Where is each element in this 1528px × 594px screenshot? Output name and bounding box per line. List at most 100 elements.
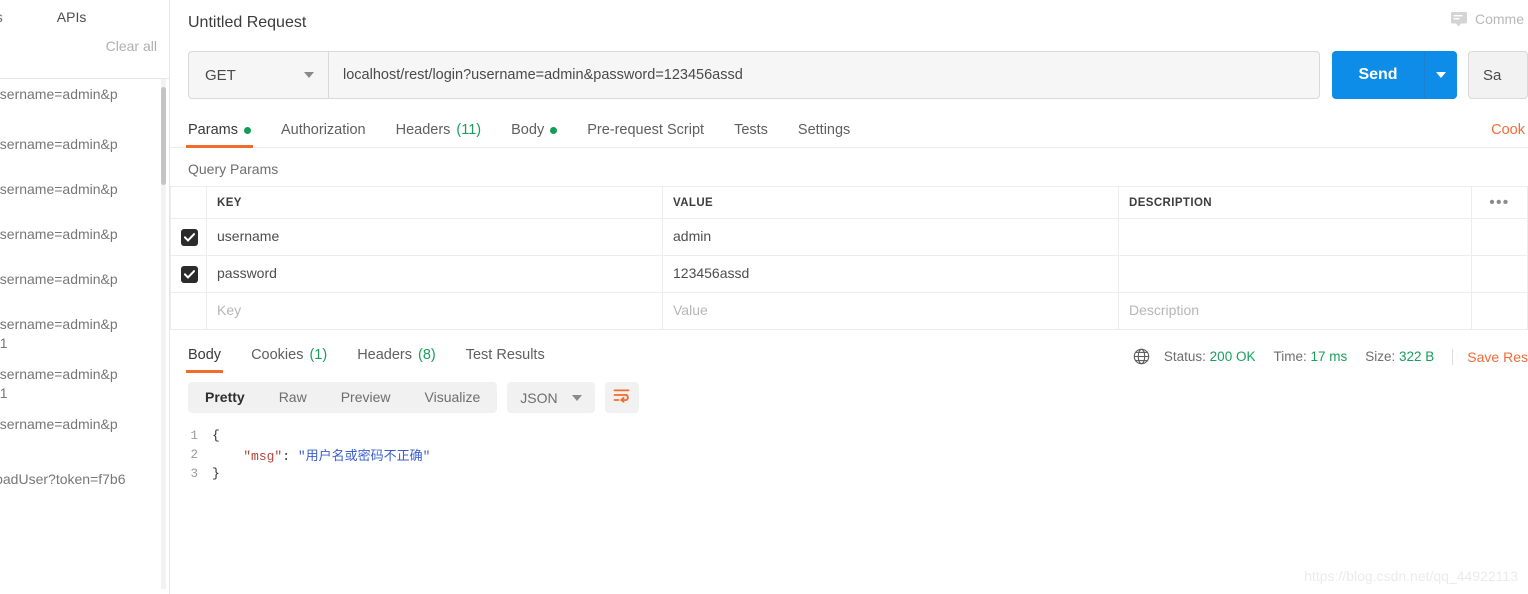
save-response-link[interactable]: Save Res xyxy=(1467,349,1528,365)
history-list[interactable]: username=admin&p d username=admin&p user… xyxy=(0,79,169,589)
comment-control[interactable]: Comme xyxy=(1450,11,1524,27)
select-all-cell xyxy=(170,186,207,219)
table-row: password 123456assd xyxy=(170,255,1528,293)
tab-params[interactable]: Params xyxy=(186,122,253,148)
table-row-empty: Key Value Description xyxy=(170,292,1528,330)
list-item[interactable]: username=admin&p 41 xyxy=(0,295,169,359)
cookies-link[interactable]: Cook xyxy=(1491,122,1525,138)
tab-authorization[interactable]: Authorization xyxy=(281,122,366,147)
description-placeholder: Description xyxy=(1129,302,1200,318)
column-header-description: DESCRIPTION xyxy=(1118,186,1472,219)
chevron-down-icon xyxy=(1436,72,1446,78)
view-mode-visualize[interactable]: Visualize xyxy=(408,382,498,413)
view-mode-pretty[interactable]: Pretty xyxy=(188,382,262,413)
tab-label: Settings xyxy=(797,122,851,138)
view-mode-raw[interactable]: Raw xyxy=(262,382,324,413)
line-number: 2 xyxy=(190,447,198,462)
tab-count: (1) xyxy=(309,347,328,363)
status-dot-icon xyxy=(243,126,251,134)
method-value: GET xyxy=(205,66,236,84)
tab-label: Authorization xyxy=(280,122,366,138)
request-tabs: Params Authorization Headers (11) Body P… xyxy=(170,110,1528,148)
list-item[interactable]: username=admin&p xyxy=(0,250,169,295)
url-bar: GET localhost/rest/login?username=admin&… xyxy=(170,46,1528,104)
response-body-toolbar: Pretty Raw Preview Visualize JSON xyxy=(170,372,1528,413)
url-input[interactable]: localhost/rest/login?username=admin&pass… xyxy=(328,51,1320,99)
table-options-cell: ••• xyxy=(1471,186,1528,219)
url-value: localhost/rest/login?username=admin&pass… xyxy=(343,67,743,83)
response-tabs: Body Cookies (1) Headers (8) Test Result… xyxy=(170,336,1528,373)
comment-icon xyxy=(1450,11,1468,27)
response-tab-headers[interactable]: Headers (8) xyxy=(357,347,436,372)
checkbox-password[interactable] xyxy=(181,265,198,283)
sidebar-tab-apis[interactable]: APIs xyxy=(51,9,93,25)
tab-label: Params xyxy=(188,122,238,138)
value-placeholder: Value xyxy=(673,302,708,318)
response-tab-body[interactable]: Body xyxy=(185,347,224,373)
postman-window: ns APIs Clear all username=admin&p d use… xyxy=(0,0,1528,594)
comment-label: Comme xyxy=(1474,11,1524,27)
send-button[interactable]: Send xyxy=(1332,51,1424,99)
tab-label: Body xyxy=(188,347,222,363)
tab-body[interactable]: Body xyxy=(511,122,558,147)
key-placeholder: Key xyxy=(217,302,242,318)
row-description-cell[interactable] xyxy=(1118,218,1472,256)
row-options-cell xyxy=(1471,218,1528,256)
cell-value: admin xyxy=(673,228,712,244)
tab-pre-request-script[interactable]: Pre-request Script xyxy=(587,122,704,147)
sidebar: ns APIs Clear all username=admin&p d use… xyxy=(0,0,170,594)
tab-headers[interactable]: Headers (11) xyxy=(396,122,482,147)
list-item[interactable]: loadUser?token=f7b6 xyxy=(0,440,169,495)
row-key-cell[interactable]: password xyxy=(206,255,663,293)
page-title: Untitled Request xyxy=(188,14,307,31)
list-item[interactable]: username=admin&p xyxy=(0,129,169,160)
watermark: https://blog.csdn.net/qq_44922113 xyxy=(1304,568,1518,584)
method-select[interactable]: GET xyxy=(188,51,328,99)
view-mode-group: Pretty Raw Preview Visualize xyxy=(188,382,498,413)
table-more-options-icon[interactable]: ••• xyxy=(1482,194,1517,211)
row-description-cell[interactable] xyxy=(1118,255,1472,293)
view-mode-preview[interactable]: Preview xyxy=(324,382,408,413)
tab-count: (8) xyxy=(418,347,436,363)
list-item[interactable]: username=admin&p xyxy=(0,160,169,205)
sidebar-scrollbar-thumb[interactable] xyxy=(161,87,166,185)
chevron-down-icon xyxy=(571,394,582,401)
sidebar-tabs: ns APIs xyxy=(0,0,169,34)
row-value-cell[interactable]: admin xyxy=(662,218,1119,256)
tab-tests[interactable]: Tests xyxy=(734,122,768,147)
format-select[interactable]: JSON xyxy=(507,382,595,413)
row-key-cell[interactable]: username xyxy=(206,218,663,256)
response-body-viewer[interactable]: 1 { 2 "msg": "用户名或密码不正确" 3 } xyxy=(170,413,1528,594)
wrap-lines-button[interactable] xyxy=(604,382,639,413)
cell-value: 123456assd xyxy=(673,265,750,281)
row-checkbox-cell xyxy=(170,255,207,293)
code-line: 3 } xyxy=(170,464,1528,483)
code-content: { xyxy=(212,428,220,443)
list-item[interactable]: username=admin&p 41 xyxy=(0,359,169,409)
tab-settings[interactable]: Settings xyxy=(798,122,850,147)
column-header-value: VALUE xyxy=(662,186,1119,219)
request-panel: Untitled Request Comme GET localhost/res… xyxy=(170,0,1528,594)
status-value: 200 OK xyxy=(1209,349,1256,364)
list-item[interactable]: username=admin&p xyxy=(0,205,169,250)
sidebar-tab-collections[interactable]: ns xyxy=(0,9,9,25)
row-value-cell[interactable]: 123456assd xyxy=(662,255,1119,293)
save-button[interactable]: Sa xyxy=(1468,51,1528,99)
cell-value: username xyxy=(217,228,280,244)
list-item[interactable]: username=admin&p xyxy=(0,409,169,440)
globe-icon xyxy=(1133,348,1164,365)
new-value-cell[interactable]: Value xyxy=(662,292,1119,330)
response-tab-cookies[interactable]: Cookies (1) xyxy=(251,347,327,372)
code-content: } xyxy=(212,466,220,481)
checkbox-username[interactable] xyxy=(181,228,198,246)
new-description-cell[interactable]: Description xyxy=(1118,292,1472,330)
line-number: 3 xyxy=(190,466,198,481)
clear-all-link[interactable]: Clear all xyxy=(106,38,157,54)
list-item[interactable]: username=admin&p d xyxy=(0,79,169,129)
response-tab-test-results[interactable]: Test Results xyxy=(466,347,545,372)
send-options-button[interactable] xyxy=(1424,51,1457,99)
code-token: } xyxy=(212,466,220,481)
new-key-cell[interactable]: Key xyxy=(206,292,663,330)
status-badge: Status: 200 OK xyxy=(1164,349,1256,364)
chevron-down-icon xyxy=(304,72,314,78)
